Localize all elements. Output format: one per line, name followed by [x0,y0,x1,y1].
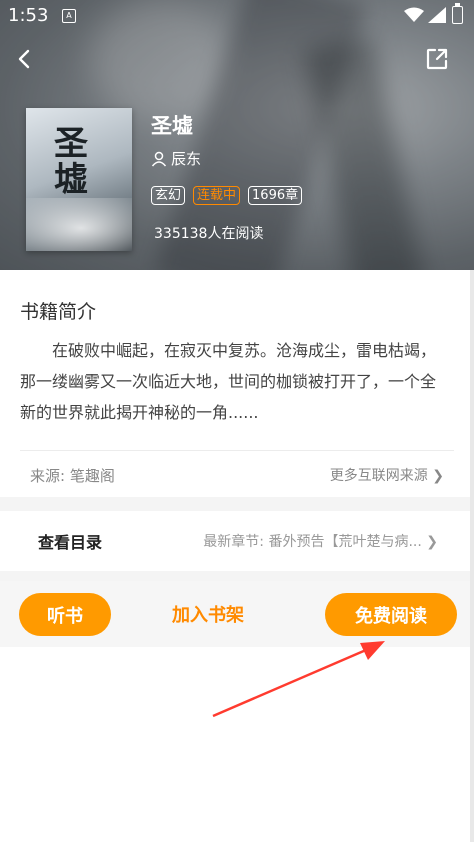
annotation-arrow [212,641,385,718]
